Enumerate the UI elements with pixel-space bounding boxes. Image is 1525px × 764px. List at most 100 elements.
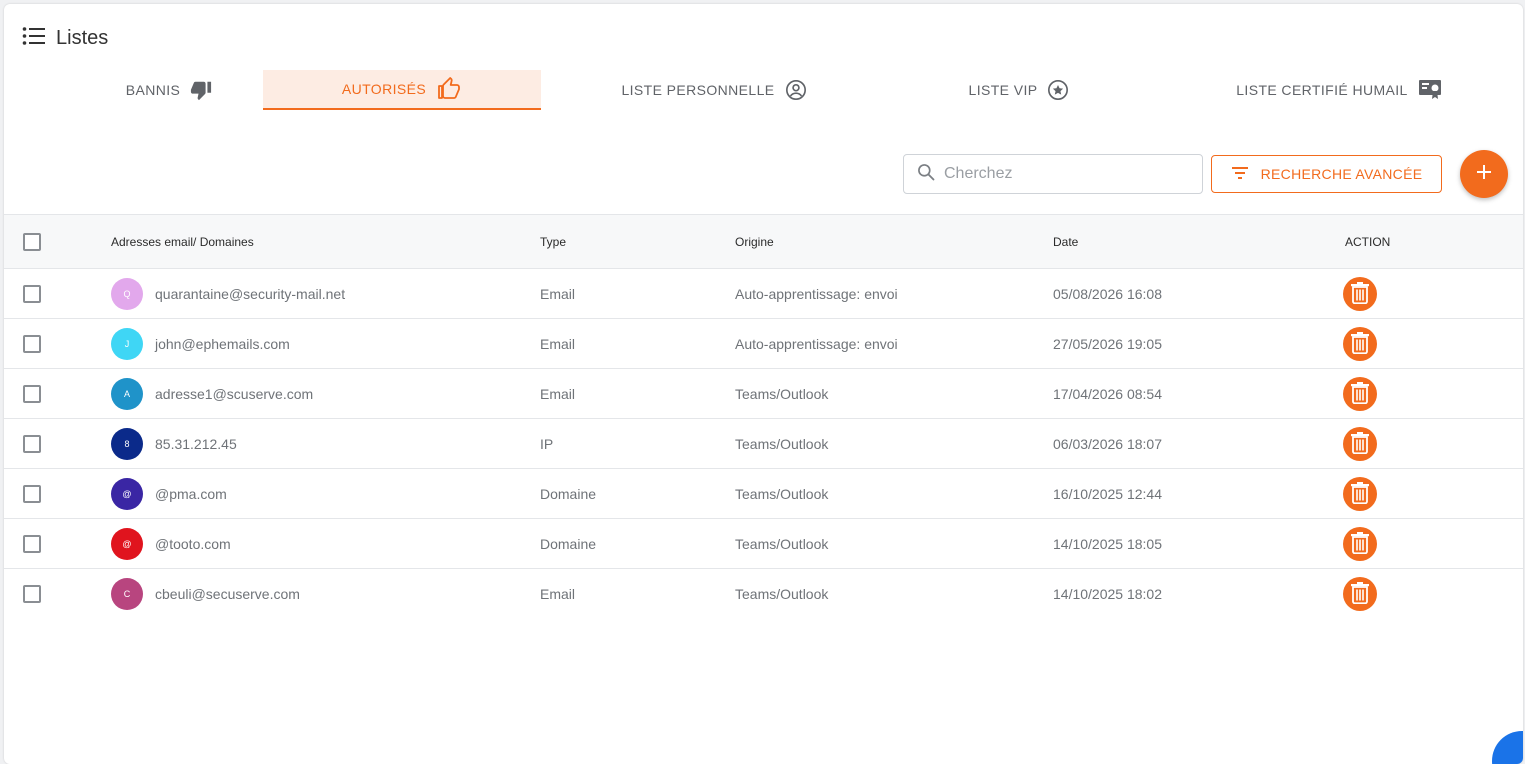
table-body: Q quarantaine@security-mail.net Email Au…	[4, 269, 1523, 619]
header-address[interactable]: Adresses email/ Domaines	[111, 215, 254, 269]
address-cell: @ @tooto.com	[111, 519, 231, 569]
action-cell	[1343, 469, 1377, 519]
row-checkbox[interactable]	[23, 585, 41, 603]
user-circle-icon	[785, 79, 807, 101]
table-row: C cbeuli@secuserve.com Email Teams/Outlo…	[4, 569, 1523, 619]
table-row: A adresse1@scuserve.com Email Teams/Outl…	[4, 369, 1523, 419]
row-checkbox[interactable]	[23, 535, 41, 553]
page-header: Listes	[22, 26, 108, 51]
tab-liste-vip[interactable]: LISTE VIP	[944, 70, 1094, 110]
tab-label: BANNIS	[125, 82, 181, 98]
address-text: cbeuli@secuserve.com	[155, 586, 300, 602]
address-cell: A adresse1@scuserve.com	[111, 369, 313, 419]
table-row: @ @pma.com Domaine Teams/Outlook 16/10/2…	[4, 469, 1523, 519]
tab-label: AUTORISÉS	[341, 81, 427, 97]
add-button[interactable]	[1460, 150, 1508, 198]
address-text: 85.31.212.45	[155, 436, 237, 452]
origin-cell: Teams/Outlook	[735, 486, 829, 502]
origin-cell: Teams/Outlook	[735, 536, 829, 552]
avatar: J	[111, 328, 143, 360]
tab-label: LISTE CERTIFIÉ HUMAIL	[1236, 82, 1408, 98]
header-type[interactable]: Type	[540, 215, 566, 269]
lists-card: Listes BANNIS AUTORISÉS LISTE PERSONNELL…	[4, 4, 1523, 764]
trash-icon	[1350, 531, 1370, 557]
type-cell: Domaine	[540, 536, 597, 552]
delete-button[interactable]	[1343, 327, 1377, 361]
trash-icon	[1350, 431, 1370, 457]
row-checkbox[interactable]	[23, 285, 41, 303]
address-cell: C cbeuli@secuserve.com	[111, 569, 300, 619]
avatar: 8	[111, 428, 143, 460]
tab-liste-personnelle[interactable]: LISTE PERSONNELLE	[604, 70, 824, 110]
thumbs-up-icon	[436, 77, 462, 101]
type-cell: Email	[540, 586, 576, 602]
delete-button[interactable]	[1343, 527, 1377, 561]
type-cell: Email	[540, 286, 576, 302]
help-chat-button[interactable]	[1492, 731, 1523, 764]
table-row: @ @tooto.com Domaine Teams/Outlook 14/10…	[4, 519, 1523, 569]
thumbs-down-icon	[190, 79, 212, 101]
date-cell: 06/03/2026 18:07	[1053, 436, 1162, 452]
tab-liste-certifie-humail[interactable]: LISTE CERTIFIÉ HUMAIL	[1214, 70, 1464, 110]
tab-autorises[interactable]: AUTORISÉS	[263, 70, 541, 110]
header-date[interactable]: Date	[1053, 215, 1078, 269]
delete-button[interactable]	[1343, 477, 1377, 511]
header-origin[interactable]: Origine	[735, 215, 774, 269]
date-cell: 14/10/2025 18:02	[1053, 586, 1162, 602]
star-circle-icon	[1047, 79, 1069, 101]
search-input[interactable]	[944, 165, 1184, 183]
origin-cell: Auto-apprentissage: envoi	[735, 336, 898, 352]
select-all-checkbox[interactable]	[23, 233, 41, 251]
avatar: C	[111, 578, 143, 610]
table-row: J john@ephemails.com Email Auto-apprenti…	[4, 319, 1523, 369]
address-text: @pma.com	[155, 486, 227, 502]
tab-label: LISTE PERSONNELLE	[621, 82, 775, 98]
date-cell: 16/10/2025 12:44	[1053, 486, 1162, 502]
avatar: @	[111, 478, 143, 510]
address-cell: J john@ephemails.com	[111, 319, 290, 369]
origin-cell: Teams/Outlook	[735, 586, 829, 602]
trash-icon	[1350, 281, 1370, 307]
type-cell: Email	[540, 386, 576, 402]
row-checkbox[interactable]	[23, 335, 41, 353]
address-cell: 8 85.31.212.45	[111, 419, 237, 469]
page-title: Listes	[56, 27, 109, 49]
trash-icon	[1350, 581, 1370, 607]
search-field[interactable]	[903, 154, 1203, 194]
address-text: quarantaine@security-mail.net	[155, 286, 346, 302]
origin-cell: Auto-apprentissage: envoi	[735, 286, 898, 302]
table-header: Adresses email/ Domaines Type Origine Da…	[4, 214, 1523, 269]
date-cell: 05/08/2026 16:08	[1053, 286, 1162, 302]
date-cell: 27/05/2026 19:05	[1053, 336, 1162, 352]
trash-icon	[1350, 381, 1370, 407]
tab-label: LISTE VIP	[968, 82, 1038, 98]
search-icon	[916, 162, 936, 187]
address-text: adresse1@scuserve.com	[155, 386, 314, 402]
row-checkbox[interactable]	[23, 485, 41, 503]
type-cell: IP	[540, 436, 554, 452]
select-all-cell	[4, 215, 64, 269]
delete-button[interactable]	[1343, 377, 1377, 411]
action-cell	[1343, 269, 1377, 319]
address-cell: @ @pma.com	[111, 469, 227, 519]
delete-button[interactable]	[1343, 427, 1377, 461]
address-text: @tooto.com	[155, 536, 231, 552]
address-text: john@ephemails.com	[155, 336, 290, 352]
date-cell: 17/04/2026 08:54	[1053, 386, 1162, 402]
delete-button[interactable]	[1343, 577, 1377, 611]
action-cell	[1343, 519, 1377, 569]
action-cell	[1343, 419, 1377, 469]
avatar: Q	[111, 278, 143, 310]
trash-icon	[1350, 331, 1370, 357]
action-cell	[1343, 569, 1377, 619]
avatar: A	[111, 378, 143, 410]
date-cell: 14/10/2025 18:05	[1053, 536, 1162, 552]
delete-button[interactable]	[1343, 277, 1377, 311]
list-icon	[22, 26, 46, 51]
certificate-icon	[1418, 79, 1442, 101]
tab-bannis[interactable]: BANNIS	[64, 70, 274, 110]
row-checkbox[interactable]	[23, 385, 41, 403]
advanced-search-button[interactable]: RECHERCHE AVANCÉE	[1211, 155, 1442, 193]
row-checkbox[interactable]	[23, 435, 41, 453]
type-cell: Domaine	[540, 486, 597, 502]
